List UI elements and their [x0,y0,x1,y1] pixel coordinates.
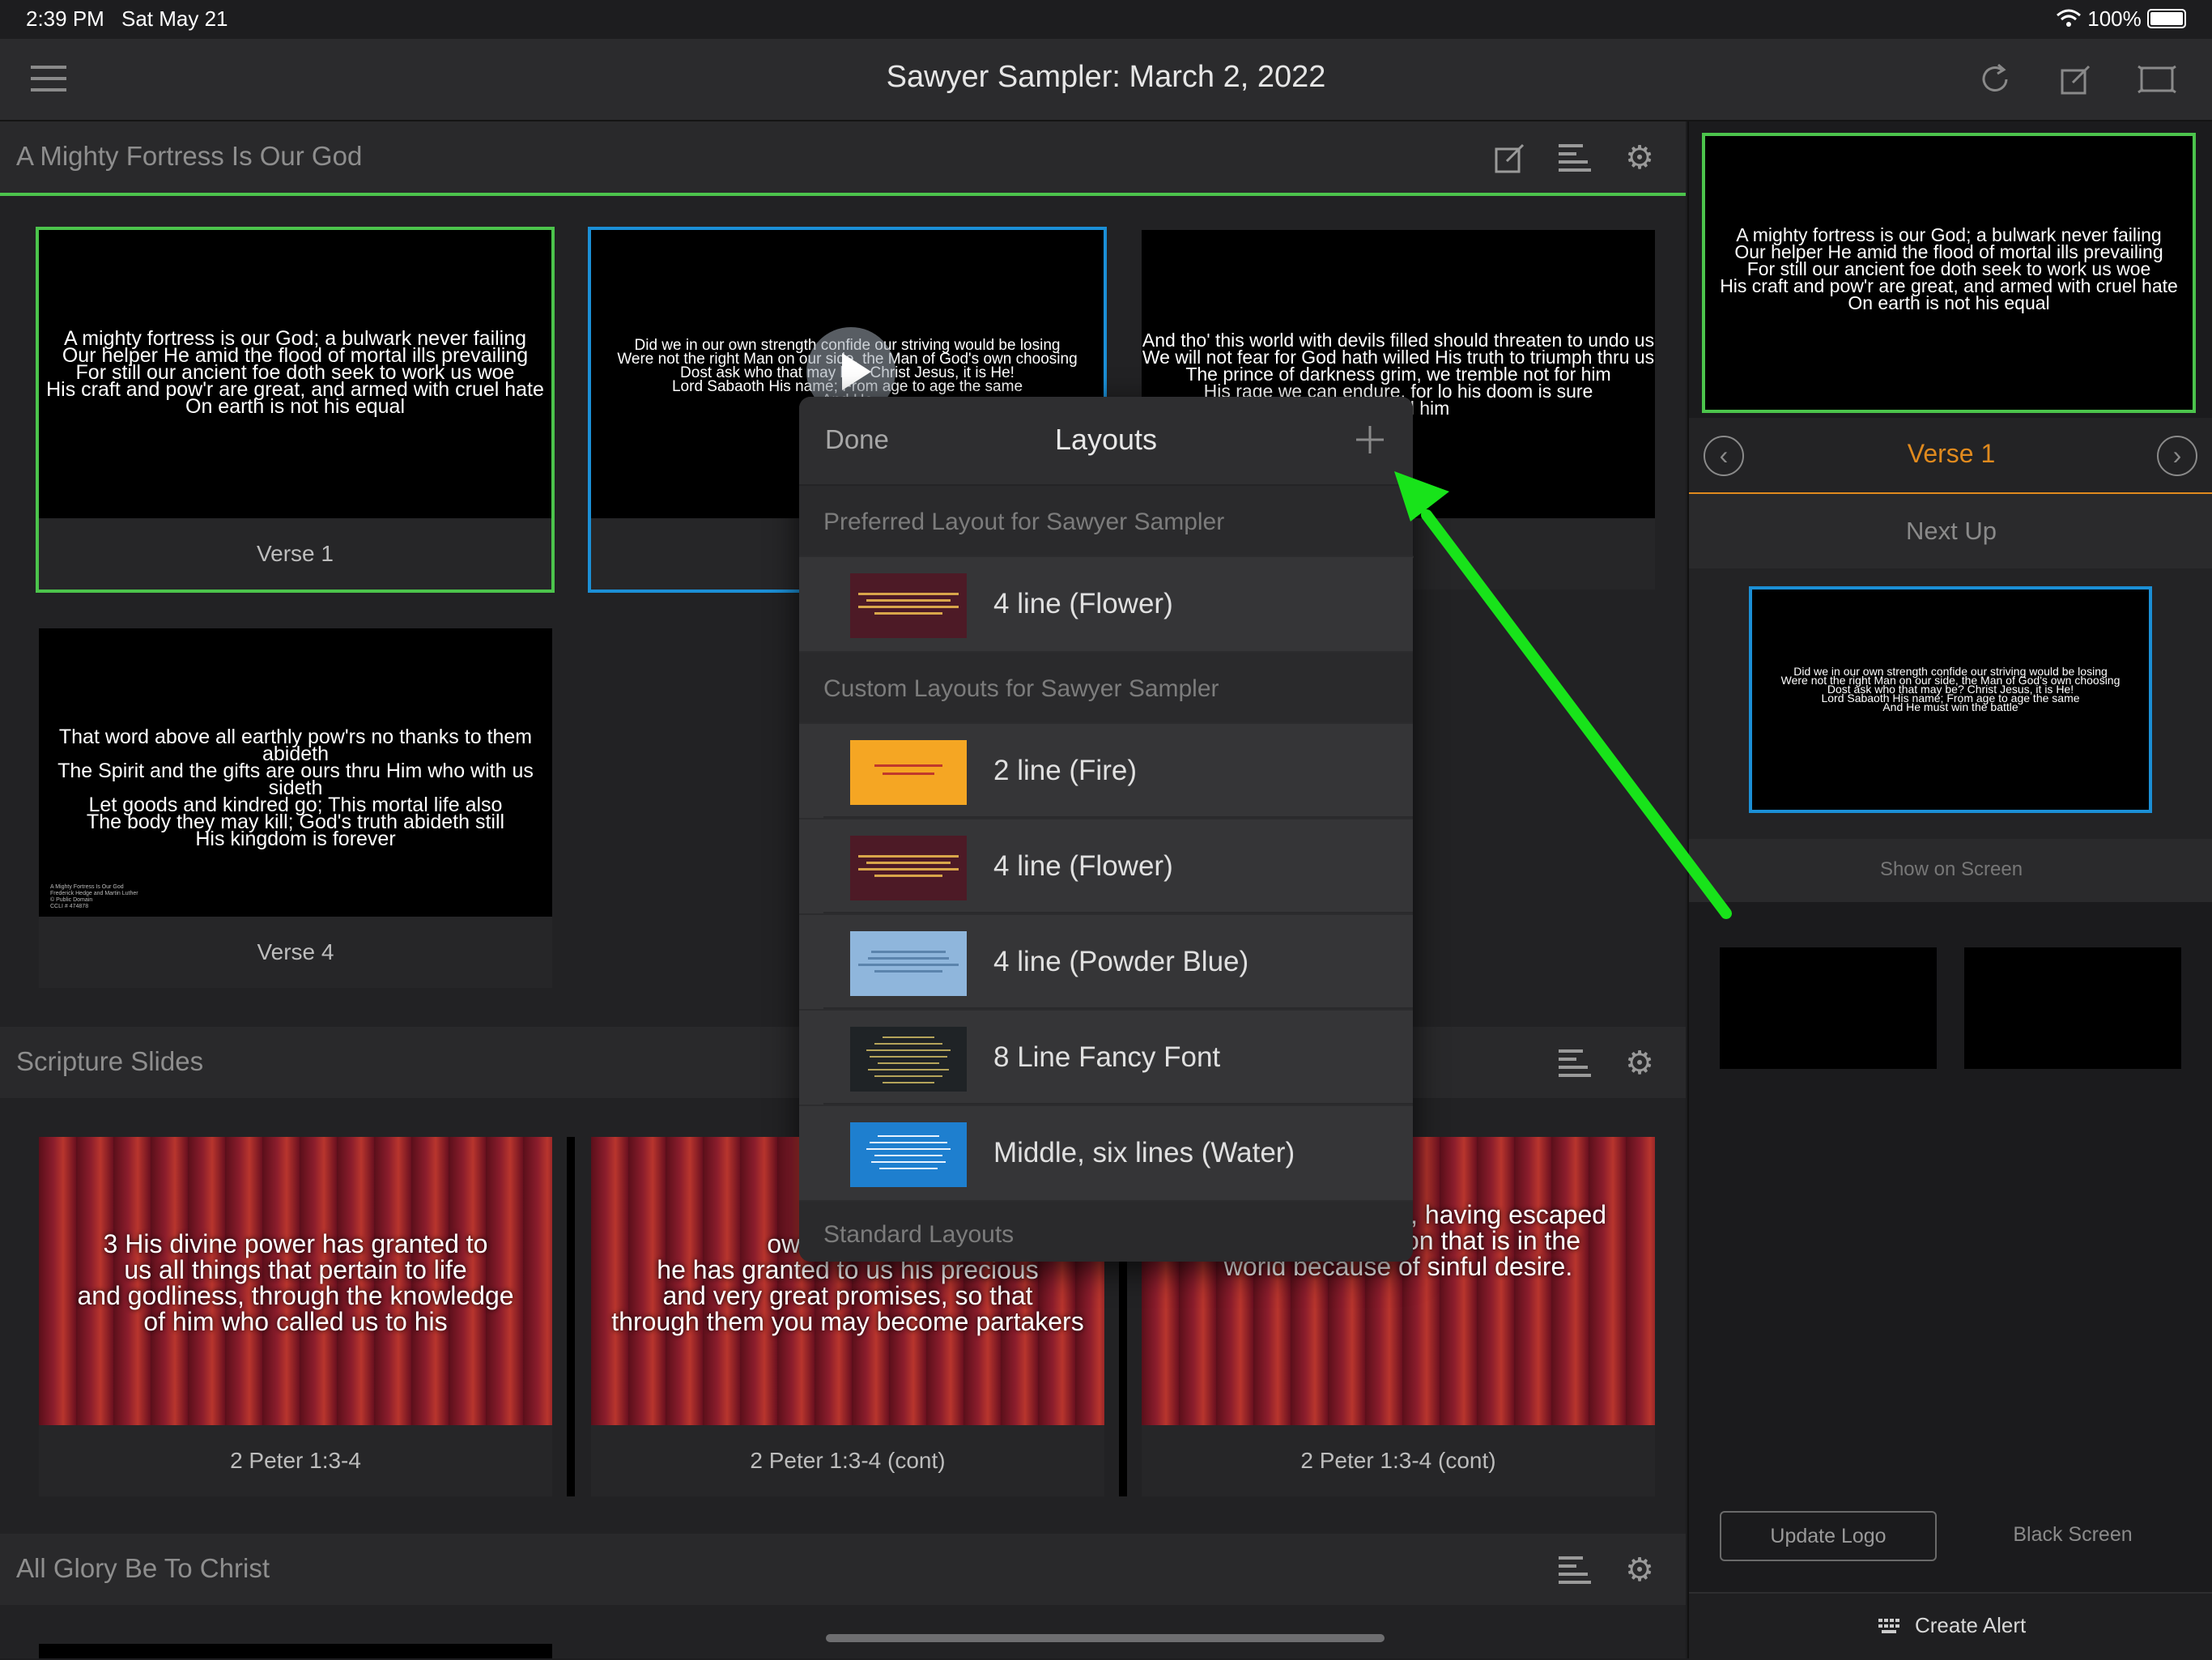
section-header-fortress[interactable]: A Mighty Fortress Is Our God ⚙ [0,121,1686,196]
layout-thumbnail [850,573,967,638]
next-up-label: Next Up [1906,517,1997,545]
custom-layouts-header-label: Custom Layouts for Sawyer Sampler [823,675,1219,702]
current-slide-preview[interactable]: A mighty fortress is our God; a bulwark … [1702,133,2196,413]
wifi-icon [2056,6,2087,31]
layout-row-fire[interactable]: 2 line (Fire) [799,724,1413,818]
status-time: 2:39 PM [26,6,104,31]
status-date: Sat May 21 [121,6,228,31]
status-right: 100% [2056,6,2186,32]
preferred-layout-header: Preferred Layout for Sawyer Sampler [799,486,1413,555]
section-title: All Glory Be To Christ [16,1553,270,1583]
screen-icon[interactable] [2133,55,2181,104]
next-slide-preview[interactable]: Did we in our own strength confide our s… [1749,586,2152,813]
show-on-screen-label: Show on Screen [1879,858,2023,880]
slide-label: Verse 4 [39,917,552,988]
layout-row-preferred-flower[interactable]: 4 line (Flower) [799,557,1413,651]
layout-thumbnail [850,931,967,996]
slide-text: A mighty fortress is our God; a bulwark … [46,327,544,418]
layout-name: 4 line (Flower) [993,850,1173,882]
section-header-glory[interactable]: All Glory Be To Christ ⚙ [0,1534,1686,1605]
layout-thumbnail [850,740,967,805]
layout-name: 8 Line Fancy Font [993,1041,1221,1073]
gear-icon[interactable]: ⚙ [1619,1550,1660,1590]
create-alert-bar[interactable]: Create Alert [1689,1592,2212,1660]
black-screen-preview[interactable] [1964,947,2181,1069]
standard-layouts-header-label: Standard Layouts [823,1221,1015,1248]
layouts-popover: Done Layouts Preferred Layout for Sawyer… [799,397,1413,1262]
right-panel: A mighty fortress is our God; a bulwark … [1687,121,2212,1660]
slide-label: 2 Peter 1:3-4 (cont) [1142,1425,1655,1496]
slide-label: 2 Peter 1:3-4 [39,1425,552,1496]
layout-row-powder-blue[interactable]: 4 line (Powder Blue) [799,915,1413,1009]
custom-layouts-header: Custom Layouts for Sawyer Sampler [799,653,1413,722]
preferred-layout-header-label: Preferred Layout for Sawyer Sampler [823,509,1225,535]
logo-preview[interactable] [1720,947,1937,1069]
insertion-bar [567,1137,575,1496]
battery-icon [2147,9,2186,28]
layout-thumbnail [850,1027,967,1092]
current-slide-text: A mighty fortress is our God; a bulwark … [1720,224,2178,313]
section-body-glory [0,1605,1686,1658]
standard-layouts-header: Standard Layouts [799,1202,1413,1262]
popover-title: Layouts [1054,423,1158,456]
layout-name: Middle, six lines (Water) [993,1137,1295,1168]
layout-row-water[interactable]: Middle, six lines (Water) [799,1106,1413,1200]
edit-icon[interactable] [1490,138,1530,178]
section-title: A Mighty Fortress Is Our God [16,141,363,171]
slide-label: Verse 1 [39,518,551,590]
update-logo-button[interactable]: Update Logo [1720,1511,1937,1561]
current-slide-bar: ‹ Verse 1 › [1689,418,2212,494]
slide-text: That word above all earthly pow'rs no th… [57,726,534,850]
layout-thumbnail [850,836,967,900]
edit-icon[interactable] [2052,55,2100,104]
slide-text: 3 His divine power has granted to us all… [77,1229,514,1336]
next-up-header: Next Up [1689,494,2212,568]
layout-row-fancy-font[interactable]: 8 Line Fancy Font [799,1011,1413,1105]
nav-bar: Sawyer Sampler: March 2, 2022 [0,39,2212,121]
slide-glory-1[interactable] [39,1644,552,1658]
status-bar: 2:39 PM Sat May 21 100% [0,0,2212,39]
next-up-area: Did we in our own strength confide our s… [1689,568,2212,839]
add-layout-icon[interactable] [1350,419,1390,460]
home-indicator [826,1634,1385,1642]
black-screen-button[interactable]: Black Screen [1964,1511,2181,1558]
slide-verse-1[interactable]: A mighty fortress is our God; a bulwark … [36,227,555,593]
layout-name: 4 line (Powder Blue) [993,946,1249,977]
refresh-icon[interactable] [1971,55,2019,104]
page-title: Sawyer Sampler: March 2, 2022 [886,60,1326,94]
layout-row-flower[interactable]: 4 line (Flower) [799,819,1413,913]
slide-verse-4[interactable]: That word above all earthly pow'rs no th… [39,628,552,988]
next-slide-button[interactable]: › [2157,436,2197,476]
gear-icon[interactable]: ⚙ [1619,138,1660,178]
layout-thumbnail [850,1122,967,1187]
slide-label: 2 Peter 1:3-4 (cont) [591,1425,1104,1496]
show-on-screen-bar[interactable]: Show on Screen [1689,839,2212,902]
layout-icon[interactable] [1555,138,1595,178]
create-alert-label: Create Alert [1914,1613,2027,1637]
current-slide-label: Verse 1 [1907,439,1996,468]
popover-header: Done Layouts [799,397,1413,486]
layout-icon[interactable] [1555,1043,1595,1083]
gear-icon[interactable]: ⚙ [1619,1043,1660,1083]
create-alert-content: Create Alert [1689,1613,2212,1638]
layout-name: 4 line (Flower) [993,588,1173,619]
battery-percent: 100% [2087,6,2142,31]
slide-footer: A Mighty Fortress Is Our God Frederick H… [50,884,138,909]
next-slide-text: Did we in our own strength confide our s… [1780,665,2121,713]
layout-icon[interactable] [1555,1550,1595,1590]
section-title: Scripture Slides [16,1046,204,1076]
slide-scripture-1[interactable]: 3 His divine power has granted to us all… [39,1137,552,1496]
keyboard-icon [1877,1613,1915,1637]
layout-name: 2 line (Fire) [993,755,1137,786]
